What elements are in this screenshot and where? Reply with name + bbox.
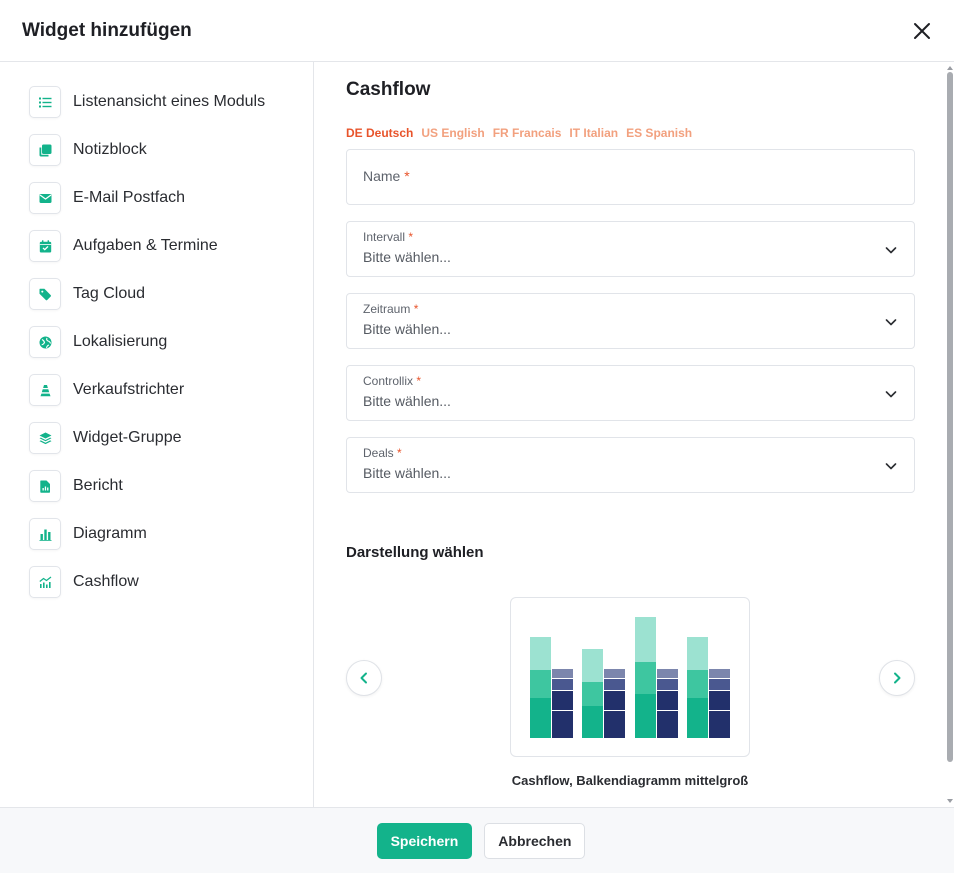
- deals-select[interactable]: Deals * Bitte wählen...: [346, 437, 915, 493]
- calendar-icon: [39, 239, 51, 252]
- sidebar-item-notizblock[interactable]: Notizblock: [0, 126, 313, 174]
- name-field[interactable]: Name *: [346, 149, 915, 205]
- sidebar-item-bericht[interactable]: Bericht: [0, 462, 313, 510]
- chevron-right-icon: [894, 672, 901, 684]
- report-icon: [39, 480, 50, 493]
- sidebar-item-diagramm[interactable]: Diagramm: [0, 510, 313, 558]
- sidebar-item-listenansicht[interactable]: Listenansicht eines Moduls: [0, 78, 313, 126]
- sidebar-item-label: E-Mail Postfach: [73, 189, 186, 206]
- intervall-value: Bitte wählen...: [363, 249, 451, 265]
- sidebar-item-email[interactable]: E-Mail Postfach: [0, 174, 313, 222]
- sidebar-item-label: Lokalisierung: [73, 333, 168, 350]
- close-icon: [914, 22, 930, 39]
- dialog-footer: Speichern Abbrechen: [0, 807, 954, 873]
- required-mark: *: [413, 302, 419, 316]
- sidebar-item-label: Bericht: [73, 477, 123, 494]
- intervall-label: Intervall *: [363, 230, 414, 244]
- sidebar-item-lokalisierung[interactable]: Lokalisierung: [0, 318, 313, 366]
- tab-lang-fr[interactable]: FR Francais: [493, 126, 562, 140]
- sidebar-item-label: Tag Cloud: [73, 285, 146, 302]
- deals-value: Bitte wählen...: [363, 465, 451, 481]
- sidebar-item-tag-cloud[interactable]: Tag Cloud: [0, 270, 313, 318]
- sidebar-item-widget-gruppe[interactable]: Widget-Gruppe: [0, 414, 313, 462]
- layers-icon: [39, 432, 51, 444]
- sidebar-item-label: Notizblock: [73, 141, 147, 158]
- deals-label: Deals *: [363, 446, 402, 460]
- cancel-button[interactable]: Abbrechen: [484, 822, 586, 859]
- tag-icon: [39, 288, 51, 300]
- zeitraum-select[interactable]: Zeitraum * Bitte wählen...: [346, 293, 915, 349]
- cashflow-bar-chart-thumbnail: [530, 617, 730, 738]
- cashflow-icon: [38, 576, 51, 588]
- funnel-icon: [40, 384, 50, 396]
- mail-icon: [39, 193, 51, 203]
- sidebar-item-label: Verkaufstrichter: [73, 381, 185, 398]
- sidebar-item-cashflow[interactable]: Cashflow: [0, 558, 313, 606]
- dialog-header: Widget hinzufügen: [0, 0, 954, 62]
- globe-icon: [39, 336, 51, 348]
- required-mark: *: [408, 230, 414, 244]
- language-tabs: DE Deutsch US English FR Francais IT Ita…: [346, 126, 945, 140]
- tab-lang-es[interactable]: ES Spanish: [626, 126, 692, 140]
- display-preview-card[interactable]: [510, 597, 750, 757]
- controllix-select[interactable]: Controllix * Bitte wählen...: [346, 365, 915, 421]
- dialog-title: Widget hinzufügen: [22, 19, 192, 41]
- sidebar-item-verkaufstrichter[interactable]: Verkaufstrichter: [0, 366, 313, 414]
- notes-icon: [39, 144, 51, 156]
- carousel-next-button[interactable]: [879, 660, 915, 696]
- panel-scrollbar[interactable]: [945, 62, 954, 807]
- required-mark: *: [404, 168, 410, 184]
- required-mark: *: [416, 374, 422, 388]
- zeitraum-label: Zeitraum *: [363, 302, 419, 316]
- sidebar-item-label: Aufgaben & Termine: [73, 237, 218, 254]
- tab-lang-de[interactable]: DE Deutsch: [346, 126, 413, 140]
- required-mark: *: [397, 446, 402, 460]
- display-section-title: Darstellung wählen: [346, 544, 484, 561]
- scroll-down-arrow[interactable]: [947, 799, 953, 803]
- sidebar-item-label: Diagramm: [73, 525, 147, 542]
- controllix-value: Bitte wählen...: [363, 393, 451, 409]
- sidebar-item-label: Widget-Gruppe: [73, 429, 182, 446]
- chevron-left-icon: [360, 672, 367, 684]
- chevron-down-icon: [885, 319, 897, 326]
- save-button[interactable]: Speichern: [376, 822, 473, 859]
- close-button[interactable]: [910, 19, 934, 43]
- bar-chart-icon: [39, 529, 51, 541]
- chevron-down-icon: [885, 463, 897, 470]
- preview-caption: Cashflow, Balkendiagramm mittelgroß: [511, 773, 749, 788]
- sidebar-item-label: Listenansicht eines Moduls: [73, 93, 266, 110]
- chevron-down-icon: [885, 391, 897, 398]
- intervall-select[interactable]: Intervall * Bitte wählen...: [346, 221, 915, 277]
- name-field-label: Name *: [363, 168, 410, 184]
- zeitraum-value: Bitte wählen...: [363, 321, 451, 337]
- tab-lang-en[interactable]: US English: [421, 126, 484, 140]
- tab-lang-it[interactable]: IT Italian: [569, 126, 618, 140]
- sidebar-item-label: Cashflow: [73, 573, 139, 590]
- widget-config-panel: Cashflow DE Deutsch US English FR Franca…: [315, 62, 945, 807]
- scroll-up-arrow[interactable]: [947, 66, 953, 70]
- panel-title: Cashflow: [346, 79, 431, 100]
- scroll-thumb[interactable]: [947, 72, 953, 762]
- controllix-label: Controllix *: [363, 374, 422, 388]
- sidebar-item-aufgaben[interactable]: Aufgaben & Termine: [0, 222, 313, 270]
- widget-type-sidebar: Listenansicht eines Moduls Notizblock E-…: [0, 62, 314, 807]
- chevron-down-icon: [885, 247, 897, 254]
- carousel-prev-button[interactable]: [346, 660, 382, 696]
- display-carousel: Cashflow, Balkendiagramm mittelgroß: [346, 597, 915, 797]
- list-icon: [38, 97, 51, 107]
